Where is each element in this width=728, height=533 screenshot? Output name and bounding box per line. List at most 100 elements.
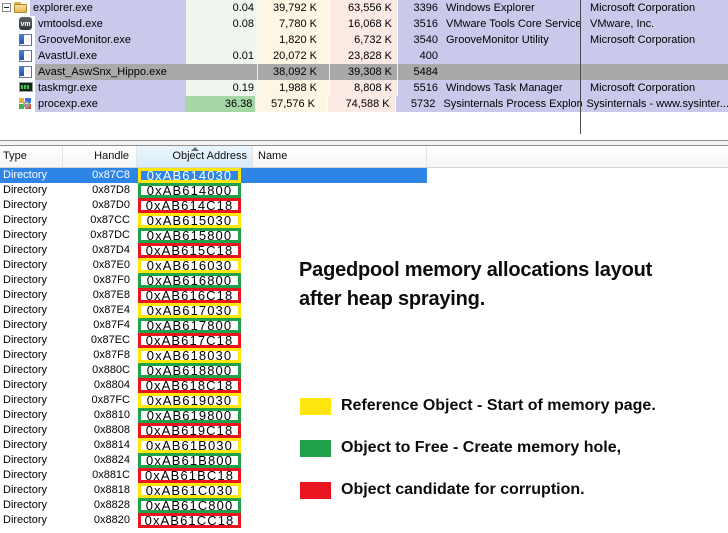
handle-row[interactable]: Directory0x87DC0xAB615800 [0, 228, 728, 243]
description-cell [441, 48, 586, 64]
handle-type-cell: Directory [3, 303, 47, 318]
handle-type-cell: Directory [3, 228, 47, 243]
handle-row[interactable]: Directory0x88040xAB618C18 [0, 378, 728, 393]
process-name-cell: vmvmtoolsd.exe [0, 16, 186, 32]
handle-type-cell: Directory [3, 213, 47, 228]
process-name-cell: Avast_AswSnx_Hippo.exe [0, 64, 186, 80]
object-address-box-red: 0xAB614C18 [138, 198, 241, 213]
object-address-box-red: 0xAB615C18 [138, 243, 241, 258]
handle-row[interactable]: Directory0x88080xAB619C18 [0, 423, 728, 438]
working-set-cell: 6,732 K [330, 32, 398, 48]
cpu-cell [186, 32, 258, 48]
process-rows: explorer.exe0.0439,792 K63,556 K3396Wind… [0, 0, 728, 112]
monitor-icon [18, 80, 34, 96]
pid-cell: 400 [398, 48, 441, 64]
object-address-box-yellow: 0xAB619030 [138, 393, 241, 408]
object-address-box-yellow: 0xAB617030 [138, 303, 241, 318]
handle-table-rows: Directory0x87C80xAB614030Directory0x87D8… [0, 168, 728, 528]
handle-row[interactable]: Directory0x88100xAB619800 [0, 408, 728, 423]
cpu-cell: 0.19 [186, 80, 258, 96]
handle-type-cell: Directory [3, 513, 47, 528]
column-header-handle[interactable]: Handle [63, 146, 137, 167]
handle-row[interactable]: Directory0x87E00xAB616030 [0, 258, 728, 273]
column-header-name[interactable]: Name [253, 146, 427, 167]
handle-row[interactable]: Directory0x87EC0xAB617C18 [0, 333, 728, 348]
handle-type-cell: Directory [3, 393, 47, 408]
handle-row[interactable]: Directory0x87E80xAB616C18 [0, 288, 728, 303]
pid-cell: 3396 [398, 0, 441, 16]
handle-row[interactable]: Directory0x88280xAB61C800 [0, 498, 728, 513]
company-cell: Sysinternals - www.sysinter... [582, 96, 728, 112]
handle-type-cell: Directory [3, 258, 47, 273]
handle-value-cell: 0x87FC [63, 393, 130, 408]
handle-type-cell: Directory [3, 363, 47, 378]
handle-value-cell: 0x8804 [63, 378, 130, 393]
column-header-type[interactable]: Type [0, 146, 63, 167]
handle-row[interactable]: Directory0x87D00xAB614C18 [0, 198, 728, 213]
object-address-box-red: 0xAB61CC18 [138, 513, 241, 528]
handle-value-cell: 0x881C [63, 468, 130, 483]
handle-row[interactable]: Directory0x880C0xAB618800 [0, 363, 728, 378]
description-cell [441, 64, 586, 80]
handle-value-cell: 0x87F4 [63, 318, 130, 333]
handle-table-header: Type Handle Object Address Name [0, 146, 728, 168]
process-list-pane: explorer.exe0.0439,792 K63,556 K3396Wind… [0, 0, 728, 112]
handle-row[interactable]: Directory0x88140xAB61B030 [0, 438, 728, 453]
handle-row[interactable]: Directory0x881C0xAB61BC18 [0, 468, 728, 483]
process-name: explorer.exe [30, 0, 186, 16]
handle-row[interactable]: Directory0x87CC0xAB615030 [0, 213, 728, 228]
tree-indent [0, 16, 18, 32]
object-address-box-yellow: 0xAB615030 [138, 213, 241, 228]
column-header-object-address[interactable]: Object Address [137, 146, 253, 167]
handle-value-cell: 0x8818 [63, 483, 130, 498]
handle-row[interactable]: Directory0x87F00xAB616800 [0, 273, 728, 288]
process-row[interactable]: explorer.exe0.0439,792 K63,556 K3396Wind… [0, 0, 728, 16]
handle-row[interactable]: Directory0x87F80xAB618030 [0, 348, 728, 363]
handle-type-cell: Directory [3, 498, 47, 513]
company-cell [586, 64, 728, 80]
cpu-cell: 36.38 [185, 96, 257, 112]
handle-type-cell: Directory [3, 408, 47, 423]
object-address-box-yellow: 0xAB616030 [138, 258, 241, 273]
handle-row[interactable]: Directory0x87D80xAB614800 [0, 183, 728, 198]
cpu-cell: 0.04 [186, 0, 258, 16]
process-name: procexp.exe [35, 96, 185, 112]
working-set-cell: 23,828 K [330, 48, 398, 64]
handle-row[interactable]: Directory0x88240xAB61B800 [0, 453, 728, 468]
handle-row[interactable]: Directory0x87C80xAB614030 [0, 168, 728, 183]
process-row[interactable]: AvastUI.exe0.0120,072 K23,828 K400 [0, 48, 728, 64]
handle-type-cell: Directory [3, 273, 47, 288]
process-row[interactable]: procexp.exe36.3857,576 K74,588 K5732Sysi… [0, 96, 728, 112]
pid-cell: 5516 [398, 80, 441, 96]
description-cell: Windows Explorer [441, 0, 586, 16]
handle-row[interactable]: Directory0x88200xAB61CC18 [0, 513, 728, 528]
sort-ascending-icon [191, 147, 199, 151]
handle-value-cell: 0x87C8 [63, 168, 130, 183]
handle-row[interactable]: Directory0x87D40xAB615C18 [0, 243, 728, 258]
handle-value-cell: 0x87E8 [63, 288, 130, 303]
pid-cell: 3516 [398, 16, 441, 32]
private-bytes-cell: 39,792 K [258, 0, 330, 16]
process-name-cell: taskmgr.exe [0, 80, 186, 96]
description-cell: GrooveMonitor Utility [441, 32, 586, 48]
handle-type-cell: Directory [3, 423, 47, 438]
description-cell: VMware Tools Core Service [441, 16, 586, 32]
handle-type-cell: Directory [3, 243, 47, 258]
process-row[interactable]: taskmgr.exe0.191,988 K8,808 K5516Windows… [0, 80, 728, 96]
object-address-box-green: 0xAB619800 [138, 408, 241, 423]
process-row[interactable]: vmvmtoolsd.exe0.087,780 K16,068 K3516VMw… [0, 16, 728, 32]
handle-value-cell: 0x87EC [63, 333, 130, 348]
cpu-cell [186, 64, 258, 80]
handle-row[interactable]: Directory 0x87E4 0xAB617030 [0, 303, 728, 318]
handle-row[interactable]: Directory0x88180xAB61C030 [0, 483, 728, 498]
process-row[interactable]: Avast_AswSnx_Hippo.exe38,092 K39,308 K54… [0, 64, 728, 80]
handle-row[interactable]: Directory0x87F40xAB617800 [0, 318, 728, 333]
handle-type-cell: Directory [3, 198, 47, 213]
company-cell: Microsoft Corporation [586, 0, 728, 16]
object-address-box-red: 0xAB616C18 [138, 288, 241, 303]
handle-type-cell: Directory [3, 453, 47, 468]
tree-collapse-icon[interactable] [2, 3, 11, 12]
handle-row[interactable]: Directory 0x87FC 0xAB619030 [0, 393, 728, 408]
handle-value-cell: 0x87E4 [63, 303, 130, 318]
process-row[interactable]: GrooveMonitor.exe1,820 K6,732 K3540Groov… [0, 32, 728, 48]
